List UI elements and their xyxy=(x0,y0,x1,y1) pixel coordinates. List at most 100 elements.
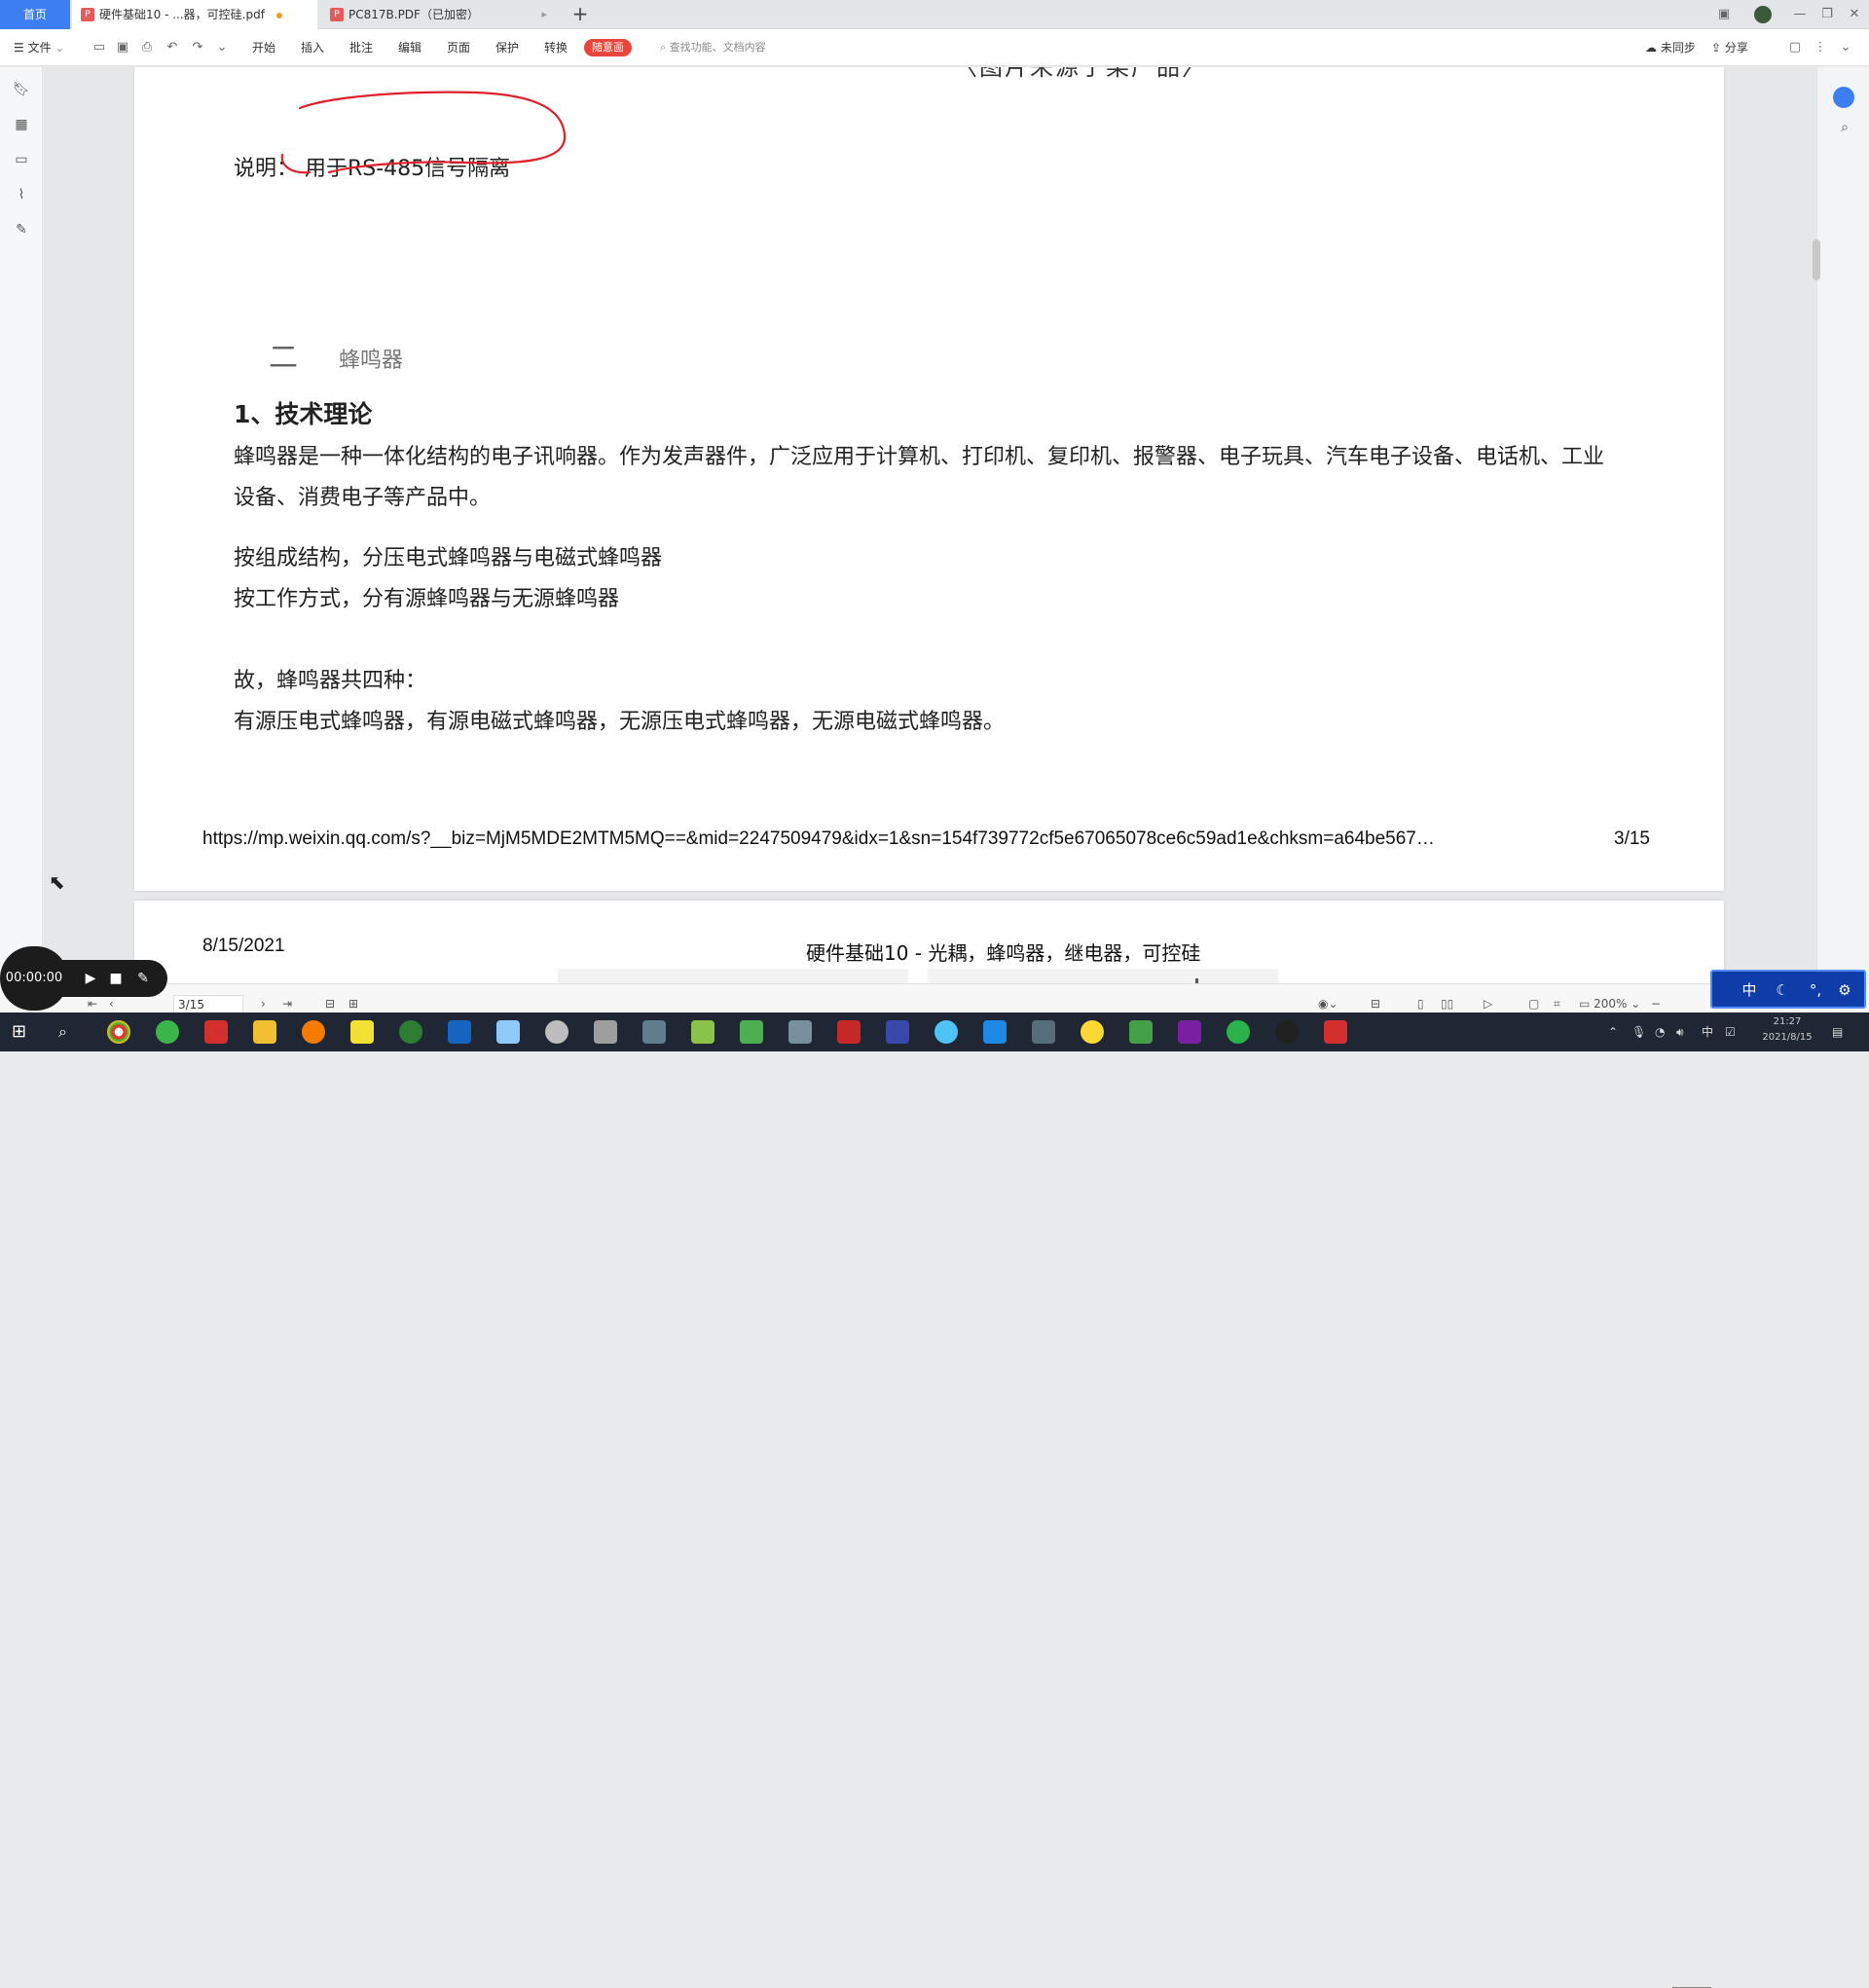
windows-start-icon[interactable]: ⊞ xyxy=(12,1022,31,1042)
search-app-icon[interactable] xyxy=(302,1020,325,1044)
taskbar-search-icon[interactable]: ⌕ xyxy=(58,1022,78,1042)
taskbar-clock[interactable]: 21:27 2021/8/15 xyxy=(1758,1014,1816,1046)
file-explorer-icon[interactable] xyxy=(253,1020,276,1044)
open-folder-icon[interactable]: ▭ xyxy=(92,40,107,55)
tab-home[interactable]: 首页 xyxy=(0,0,70,29)
bookmark-icon[interactable]: 🔖︎ xyxy=(12,80,31,99)
more-icon[interactable]: ⋮ xyxy=(1813,40,1828,55)
sticky-notes-icon[interactable] xyxy=(350,1020,374,1044)
freehand-draw-button[interactable]: 随意画 xyxy=(584,39,632,56)
checkbox-tray-icon[interactable]: ☑ xyxy=(1725,1012,1736,1051)
file-menu-button[interactable]: ☰ 文件 ⌄ xyxy=(14,29,64,66)
restore-icon[interactable]: ❐ xyxy=(1813,0,1842,29)
menu-convert[interactable]: 转换 xyxy=(544,29,568,66)
tab-title: PC817B.PDF（已加密） xyxy=(348,8,479,21)
moon-icon[interactable]: ☾ xyxy=(1773,980,1792,1000)
menu-edit[interactable]: 编辑 xyxy=(398,29,421,66)
wps-icon[interactable] xyxy=(1324,1020,1347,1044)
play-button[interactable]: ▶ xyxy=(82,970,99,987)
thumbnail-icon[interactable]: ▦ xyxy=(12,115,31,134)
punctuation-icon[interactable]: °, xyxy=(1806,980,1825,1000)
share-label: 分享 xyxy=(1724,41,1748,55)
share-icon: ⇪ xyxy=(1711,41,1725,55)
zoom-tool-icon[interactable]: ⌕ xyxy=(1835,118,1854,137)
app-icon-chip[interactable] xyxy=(642,1020,666,1044)
tab-document-hardware-basics[interactable]: P 硬件基础10 - ...器，可控硅.pdf xyxy=(72,0,317,29)
print-icon[interactable]: ⎙ xyxy=(139,40,155,55)
redo-icon[interactable]: ↷ xyxy=(190,40,205,55)
share-button[interactable]: ⇪ 分享 xyxy=(1711,29,1748,66)
visual-studio-icon[interactable] xyxy=(1178,1020,1201,1044)
tab-close-icon[interactable]: ▸ xyxy=(541,0,547,29)
menu-insert[interactable]: 插入 xyxy=(301,29,324,66)
section-number: 二 xyxy=(269,341,298,375)
undo-icon[interactable]: ↶ xyxy=(165,40,180,55)
unsaved-dot-icon xyxy=(275,12,282,18)
qq-icon[interactable] xyxy=(1275,1020,1299,1044)
iqiyi-icon[interactable] xyxy=(1129,1020,1153,1044)
taskbar: ⊞ ⌕ ⌃ 🎙︎ ◔ 🔊︎ 中 ☑ 21:27 2021/8/15 ▤ xyxy=(0,1012,1869,1051)
pen-icon[interactable]: ✎ xyxy=(134,970,152,987)
app-icon-grey[interactable] xyxy=(545,1020,568,1044)
tools-icon[interactable] xyxy=(788,1020,812,1044)
app-icon-green[interactable] xyxy=(156,1020,179,1044)
notification-icon[interactable]: ▤ xyxy=(1832,1012,1843,1051)
menu-protect[interactable]: 保护 xyxy=(495,29,519,66)
new-tab-button[interactable]: + xyxy=(568,0,592,29)
meeting-app-icon[interactable] xyxy=(448,1020,471,1044)
app-icon-globe[interactable] xyxy=(934,1020,958,1044)
app-icon-yellow[interactable] xyxy=(1081,1020,1104,1044)
app-icon-circle[interactable] xyxy=(399,1020,422,1044)
paragraph-summary-line-1: 故，蜂鸣器共四种： xyxy=(234,669,427,693)
customize-chevron-icon[interactable]: ⌄ xyxy=(214,40,230,55)
attachment-icon[interactable]: ⌇ xyxy=(12,185,31,204)
save-icon[interactable]: ▣ xyxy=(115,40,130,55)
document-viewport[interactable]: 〈图片来源于某产品〉 说明： 用于RS-485信号隔离 二 蜂鸣器 1、技术理论… xyxy=(44,67,1815,1012)
close-icon[interactable]: ✕ xyxy=(1840,0,1869,29)
collapse-chevron-icon[interactable]: ⌄ xyxy=(1838,40,1853,55)
pads-icon[interactable] xyxy=(691,1020,715,1044)
app-icon-red[interactable] xyxy=(204,1020,228,1044)
menu-page[interactable]: 页面 xyxy=(447,29,470,66)
minimize-icon[interactable]: — xyxy=(1785,0,1814,29)
chrome-icon[interactable] xyxy=(107,1020,130,1044)
volume-icon[interactable]: 🔊︎ xyxy=(1676,1012,1684,1051)
menu-start[interactable]: 开始 xyxy=(252,29,275,66)
app-icon-mx[interactable] xyxy=(983,1020,1007,1044)
image-caption: 〈图片来源于某产品〉 xyxy=(954,67,1207,81)
search-icon: ⌕ xyxy=(660,41,670,54)
input-language[interactable]: 中 xyxy=(1702,1012,1713,1051)
avatar[interactable] xyxy=(1748,0,1777,29)
search-input[interactable]: ⌕ 查找功能、文档内容 xyxy=(660,29,766,66)
signature-icon[interactable]: ✎ xyxy=(12,220,31,239)
wechat-icon[interactable] xyxy=(1227,1020,1250,1044)
comment-panel-icon[interactable]: ▢ xyxy=(1787,40,1803,55)
clock-time: 21:27 xyxy=(1773,1016,1802,1027)
sync-label: 未同步 xyxy=(1660,41,1696,55)
tab-bar: 首页 P 硬件基础10 - ...器，可控硅.pdf P PC817B.PDF（… xyxy=(0,0,1869,29)
sync-status-button[interactable]: ☁ 未同步 xyxy=(1645,29,1696,66)
comment-icon[interactable]: ▭ xyxy=(12,150,31,169)
ime-mode-button[interactable]: 中 xyxy=(1740,980,1759,1000)
tray-chevron-icon[interactable]: ⌃ xyxy=(1608,1012,1618,1051)
menu-annotate[interactable]: 批注 xyxy=(349,29,373,66)
stop-button[interactable]: ■ xyxy=(107,970,125,987)
app-icon-lightblue[interactable] xyxy=(496,1020,520,1044)
app-icon-gear[interactable] xyxy=(1032,1020,1055,1044)
network-icon[interactable]: ◔ xyxy=(1655,1012,1665,1051)
app-icon-k[interactable] xyxy=(740,1020,763,1044)
paragraph-buzzer-intro: 蜂鸣器是一种一体化结构的电子讯响器。作为发声器件，广泛应用于计算机、打印机、复印… xyxy=(234,445,1605,510)
app-icon-doc[interactable] xyxy=(594,1020,617,1044)
workspace-icon[interactable]: ▣ xyxy=(1709,0,1739,29)
app-icon-signal[interactable] xyxy=(837,1020,861,1044)
ime-settings-icon[interactable]: ⚙ xyxy=(1835,980,1854,1000)
app-icon-building[interactable] xyxy=(886,1020,909,1044)
microphone-icon[interactable]: 🎙︎ xyxy=(1631,1012,1646,1051)
tab-document-pc817b[interactable]: P PC817B.PDF（已加密） ▸ xyxy=(321,0,555,29)
cloud-icon: ☁ xyxy=(1645,41,1661,55)
section-title: 蜂鸣器 xyxy=(339,349,404,373)
page-number-input[interactable]: 3/15 xyxy=(173,995,243,1014)
expand-panel-icon[interactable] xyxy=(1835,91,1854,110)
vertical-scrollbar-thumb[interactable] xyxy=(1813,239,1820,280)
ink-annotation[interactable] xyxy=(271,67,592,174)
